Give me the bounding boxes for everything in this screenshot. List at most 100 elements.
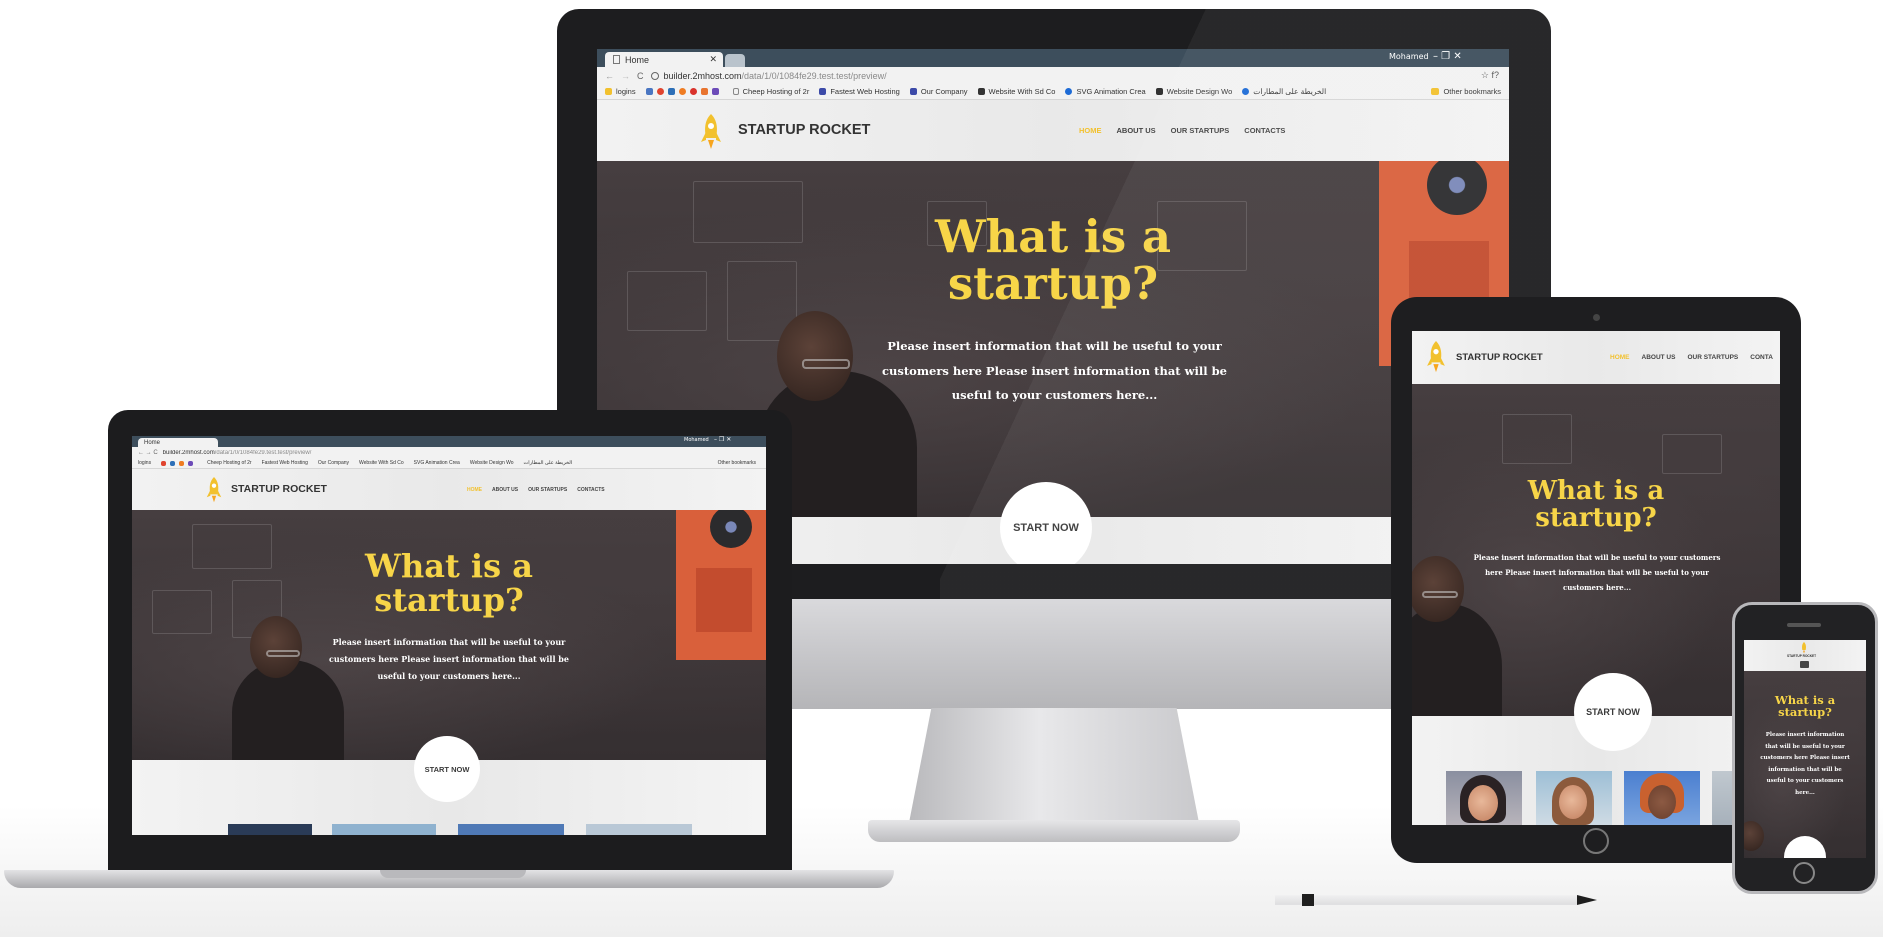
bookmark-star-icon[interactable]: ☆ f? xyxy=(1481,70,1499,81)
team-thumbnail xyxy=(458,824,564,835)
bookmark-item[interactable]: Our Company xyxy=(318,460,349,466)
bookmark-item[interactable]: Website With Sd Co xyxy=(359,460,404,466)
person-head xyxy=(1744,821,1764,851)
laptop-screen: Home Mohamed – ❐ ✕ ← → C builder.2mhost.… xyxy=(132,436,766,835)
address-bar-row: ← → C builder.2mhost.com/data/1/0/1084fe… xyxy=(597,67,1509,84)
menu-our-startups[interactable]: OUR STARTUPS xyxy=(1171,126,1230,135)
reload-icon[interactable]: ← → C xyxy=(138,450,158,456)
device-mockup-stage: Home ✕ Mohamed – ❐ ✕ ← → C builder.2mhos… xyxy=(0,0,1883,937)
browser-tab-home[interactable]: Home ✕ xyxy=(605,52,723,67)
brand-name[interactable]: STARTUP ROCKET xyxy=(1787,654,1816,658)
rocket-logo-icon xyxy=(701,114,721,149)
back-arrow-icon[interactable]: ← xyxy=(605,71,614,81)
bookmark-item[interactable]: Website Design Wo xyxy=(1155,87,1232,96)
hero-description: Please insert information that will be u… xyxy=(882,339,1227,402)
rocket-logo-icon xyxy=(1427,341,1445,373)
brand-name[interactable]: STARTUP ROCKET xyxy=(231,483,327,495)
tablet-camera xyxy=(1593,314,1600,321)
start-now-button[interactable]: START NOW xyxy=(414,736,480,802)
window-controls[interactable]: – ❐ ✕ xyxy=(1433,51,1462,62)
main-menu: HOME ABOUT US OUR STARTUPS CONTACTS xyxy=(1079,126,1285,135)
stylus-tip xyxy=(1577,895,1597,905)
page-icon xyxy=(613,55,620,64)
chalk-sketch xyxy=(1662,434,1722,474)
reload-icon[interactable]: C xyxy=(637,71,644,81)
bookmark-item[interactable]: Website With Sd Co xyxy=(977,87,1055,96)
bookmark-icons-group[interactable] xyxy=(161,460,197,466)
site-header: STARTUP ROCKET HOME ABOUT US OUR STARTUP… xyxy=(597,100,1509,161)
hero-description: Please insert information that will be u… xyxy=(1760,732,1850,796)
person-silhouette xyxy=(1412,604,1502,716)
other-bookmarks[interactable]: Other bookmarks xyxy=(718,460,756,466)
start-now-button[interactable]: START NOW xyxy=(1574,673,1652,751)
menu-contacts[interactable]: CONTACTS xyxy=(1244,126,1285,135)
other-bookmarks[interactable]: Other bookmarks xyxy=(1431,87,1501,96)
bookmark-item[interactable]: Cheep Hosting of 2r xyxy=(732,87,809,96)
team-thumbnail xyxy=(1536,771,1612,825)
window-controls[interactable]: – ❐ ✕ xyxy=(714,436,731,443)
main-menu: HOME ABOUT US OUR STARTUPS CONTACTS xyxy=(467,487,605,493)
team-thumbnail xyxy=(1624,771,1700,825)
team-thumbnail xyxy=(586,824,692,835)
hero-title: What is a startup? xyxy=(1527,476,1665,534)
bookmark-item[interactable]: Our Company xyxy=(909,87,968,96)
url-field[interactable]: builder.2mhost.com/data/1/0/1084fe29.tes… xyxy=(664,71,1424,81)
browser-tab-strip: Home Mohamed – ❐ ✕ xyxy=(132,436,766,447)
tablet-screen: STARTUP ROCKET HOME ABOUT US OUR STARTUP… xyxy=(1412,331,1780,825)
menu-about-us[interactable]: ABOUT US xyxy=(492,487,518,493)
bookmark-item[interactable]: SVG Animation Crea xyxy=(414,460,460,466)
menu-home[interactable]: HOME xyxy=(1610,354,1630,361)
browser-tab-strip: Home ✕ Mohamed – ❐ ✕ xyxy=(597,49,1509,67)
bookmarks-bar: logins Cheep Hosting of 2r Fastest Web H… xyxy=(132,458,766,469)
bookmark-item[interactable]: Cheep Hosting of 2r xyxy=(207,460,251,466)
close-tab-icon[interactable]: ✕ xyxy=(709,54,717,65)
bookmark-item[interactable]: الخريطة على المطارات xyxy=(1242,87,1326,96)
menu-about-us[interactable]: ABOUT US xyxy=(1117,126,1156,135)
hero-title: What is a startup? xyxy=(934,210,1172,311)
profile-name[interactable]: Mohamed xyxy=(1389,52,1429,61)
brand-name[interactable]: STARTUP ROCKET xyxy=(738,122,870,138)
imac-base xyxy=(868,820,1240,842)
menu-our-startups[interactable]: OUR STARTUPS xyxy=(528,487,567,493)
hero-section: What is a startup? Please insert informa… xyxy=(132,510,766,760)
bookmark-item[interactable]: Website Design Wo xyxy=(470,460,514,466)
bookmark-item[interactable]: Fastest Web Hosting xyxy=(262,460,308,466)
bookmark-icons-group[interactable] xyxy=(645,88,723,95)
tablet-home-button xyxy=(1583,828,1609,854)
browser-tab-home[interactable]: Home xyxy=(138,438,218,447)
start-now-button[interactable]: START NOW xyxy=(1000,482,1092,564)
menu-home[interactable]: HOME xyxy=(1079,126,1102,135)
hero-title: What is a startup? xyxy=(1774,693,1836,720)
phone-screen: STARTUP ROCKET What is a startup? Please… xyxy=(1744,640,1866,858)
bookmark-item[interactable]: الخريطة على المطارات xyxy=(524,460,573,466)
menu-our-startups[interactable]: OUR STARTUPS xyxy=(1687,354,1738,361)
url-host: builder.2mhost.com xyxy=(663,70,742,81)
profile-name[interactable]: Mohamed xyxy=(684,437,709,443)
site-header: STARTUP ROCKET HOME ABOUT US OUR STARTUP… xyxy=(1412,331,1780,384)
brand-name[interactable]: STARTUP ROCKET xyxy=(1456,352,1543,363)
hero-section: What is a startup? Please insert informa… xyxy=(1412,384,1780,716)
site-info-icon xyxy=(650,71,659,80)
url-field[interactable]: builder.2mhost.com/data/1/0/1084fe29.tes… xyxy=(163,450,683,456)
hero-section: What is a startup? Please insert informa… xyxy=(1744,671,1866,858)
team-thumbnail xyxy=(332,824,436,835)
site-header: STARTUP ROCKET HOME ABOUT US OUR STARTUP… xyxy=(132,469,766,510)
forward-arrow-icon[interactable]: → xyxy=(621,71,630,81)
hamburger-menu-icon[interactable] xyxy=(1800,661,1809,668)
imac-stand xyxy=(908,708,1200,828)
hero-title: What is a startup? xyxy=(365,547,533,619)
bookmark-item[interactable]: logins xyxy=(138,460,151,466)
bookmark-item[interactable]: logins xyxy=(605,87,636,96)
menu-contacts[interactable]: CONTA xyxy=(1750,354,1773,361)
person-head xyxy=(250,616,302,678)
bookmark-item[interactable]: SVG Animation Crea xyxy=(1065,87,1146,96)
person-glasses xyxy=(802,359,850,369)
menu-about-us[interactable]: ABOUT US xyxy=(1642,354,1676,361)
browser-tab-title: Home xyxy=(625,54,650,65)
phone-speaker xyxy=(1787,623,1821,627)
new-tab-button[interactable] xyxy=(725,54,745,67)
menu-contacts[interactable]: CONTACTS xyxy=(577,487,604,493)
menu-home[interactable]: HOME xyxy=(467,487,482,493)
bookmark-item[interactable]: Fastest Web Hosting xyxy=(819,87,900,96)
chalk-sketch xyxy=(1502,414,1572,464)
